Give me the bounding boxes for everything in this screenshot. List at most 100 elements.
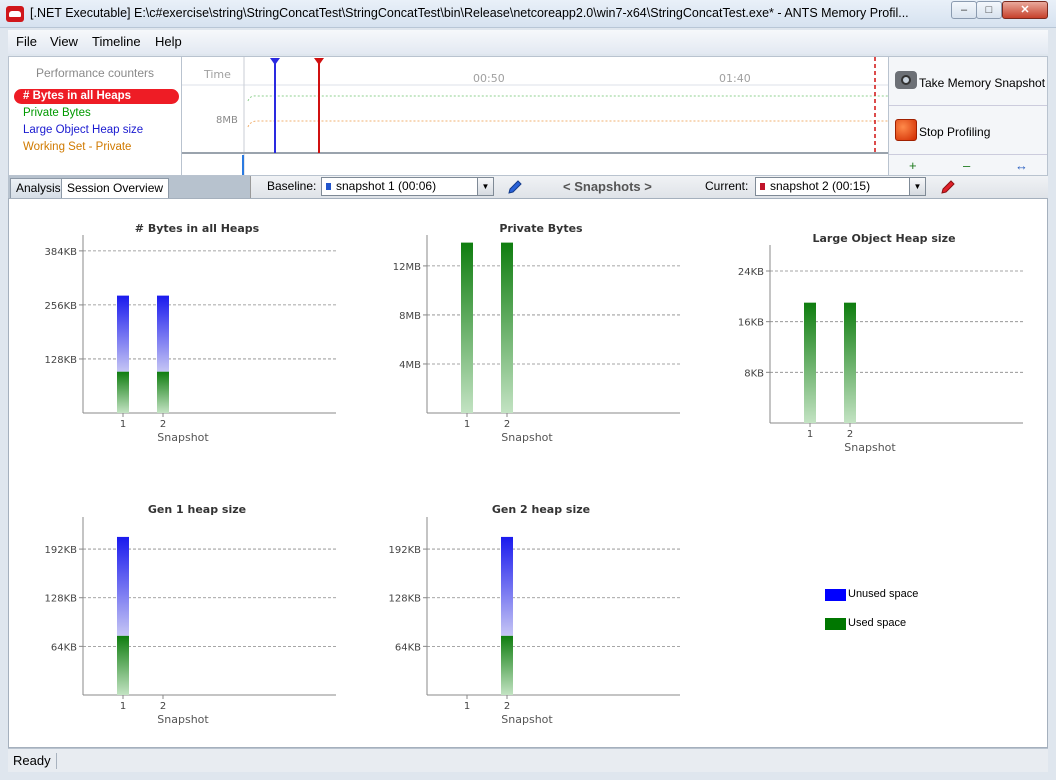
snapshots-navigator[interactable]: < Snapshots > <box>563 179 652 194</box>
performance-counters-panel: Performance counters # Bytes in all Heap… <box>8 56 182 176</box>
x-tick-label: 2 <box>504 701 510 712</box>
ants-app-icon <box>6 6 24 22</box>
y-tick-label: 16KB <box>738 318 764 329</box>
zoom-toolbar: + – ↔ <box>889 154 1047 176</box>
x-tick-label: 2 <box>504 419 510 430</box>
y-tick-label: 128KB <box>44 594 77 605</box>
current-snapshot-select[interactable]: snapshot 2 (00:15) ▼ <box>755 177 926 196</box>
used-space-bar <box>117 371 129 413</box>
counter-working-set-private[interactable]: Working Set - Private <box>23 141 131 153</box>
menu-view[interactable]: View <box>50 34 78 49</box>
y-tick-label: 192KB <box>44 545 77 556</box>
x-axis-label: Snapshot <box>501 431 553 444</box>
baseline-label: Baseline: <box>267 179 317 193</box>
chart-title: Large Object Heap size <box>812 232 955 245</box>
edit-current-pencil-icon[interactable] <box>939 178 957 196</box>
status-text: Ready <box>13 753 51 768</box>
counter-private-bytes[interactable]: Private Bytes <box>23 107 91 119</box>
zoom-fit-icon[interactable]: ↔ <box>1015 158 1028 173</box>
baseline-snapshot-select[interactable]: snapshot 1 (00:06) ▼ <box>321 177 494 196</box>
used-space-bar <box>501 635 513 695</box>
counter-large-object-heap[interactable]: Large Object Heap size <box>23 124 143 136</box>
baseline-color-icon <box>326 183 331 190</box>
working-set-trace <box>247 120 888 128</box>
take-snapshot-label: Take Memory Snapshot <box>919 76 1046 90</box>
stop-profiling-button[interactable]: Stop Profiling <box>889 105 1047 151</box>
unused-space-bar <box>157 295 169 372</box>
used-space-bar <box>157 371 169 413</box>
unused-space-bar <box>117 536 129 636</box>
window-title: [.NET Executable] E:\c#exercise\string\S… <box>30 6 909 20</box>
x-tick-label: 1 <box>464 419 470 430</box>
unused-space-bar <box>501 536 513 636</box>
legend: Unused space Used space <box>825 587 965 637</box>
stop-icon <box>895 119 917 141</box>
x-axis-label: Snapshot <box>844 441 896 454</box>
menu-bar: File View Timeline Help <box>8 30 1048 54</box>
private-bytes-trace <box>247 95 888 102</box>
counters-header: Performance counters <box>35 66 155 80</box>
y-tick-label: 64KB <box>51 642 77 653</box>
counter-bytes-in-all-heaps[interactable]: # Bytes in all Heaps <box>14 89 179 104</box>
legend-unused-label: Unused space <box>848 588 919 600</box>
current-color-icon <box>760 183 765 190</box>
y-tick-label: 4MB <box>399 360 421 371</box>
chart-title: Gen 1 heap size <box>148 503 246 516</box>
zoom-in-icon[interactable]: + <box>909 158 917 173</box>
chevron-down-icon[interactable]: ▼ <box>909 178 925 195</box>
y-tick-label: 12MB <box>393 262 421 273</box>
stop-profiling-label: Stop Profiling <box>919 125 991 139</box>
y-tick-label: 64KB <box>395 642 421 653</box>
chevron-down-icon[interactable]: ▼ <box>477 178 493 195</box>
chart-title: Gen 2 heap size <box>492 503 590 516</box>
y-tick-label: 8MB <box>399 311 421 322</box>
session-overview-panel: # Bytes in all Heaps 128KB 256KB 384KB 1 2 Sna… <box>8 198 1048 748</box>
timeline-graph[interactable]: Time 00:50 01:40 8MB <box>182 56 888 176</box>
tab-session-overview[interactable]: Session Overview <box>61 178 170 198</box>
x-tick-label: 1 <box>807 429 813 440</box>
legend-unused-swatch <box>825 589 846 601</box>
edit-baseline-pencil-icon[interactable] <box>506 178 524 196</box>
zoom-out-icon[interactable]: – <box>963 158 970 173</box>
x-axis-label: Snapshot <box>157 713 209 726</box>
x-tick-label: 2 <box>847 429 853 440</box>
minimize-button[interactable]: – <box>951 1 977 19</box>
snapshot-selector-bar: Baseline: snapshot 1 (00:06) ▼ < Snapsho… <box>250 176 1048 198</box>
tab-analysis[interactable]: Analysis <box>10 178 67 198</box>
menu-timeline[interactable]: Timeline <box>92 34 141 49</box>
action-panel: Take Memory Snapshot Stop Profiling + – … <box>888 56 1048 176</box>
close-button[interactable]: ✕ <box>1002 1 1048 19</box>
unused-space-bar <box>117 295 129 372</box>
used-space-bar <box>844 302 856 423</box>
current-marker-head <box>314 58 324 65</box>
y-tick-label: 128KB <box>388 594 421 605</box>
x-tick-label: 2 <box>160 419 166 430</box>
timeline-time-label: Time <box>203 68 231 81</box>
timeline-y-label: 8MB <box>216 115 238 126</box>
current-label: Current: <box>705 179 749 193</box>
x-tick-label: 1 <box>120 419 126 430</box>
legend-used-swatch <box>825 618 846 630</box>
current-snapshot-value: snapshot 2 (00:15) <box>770 179 871 193</box>
y-tick-label: 256KB <box>44 301 77 312</box>
maximize-button[interactable]: □ <box>976 1 1002 19</box>
y-tick-label: 192KB <box>388 545 421 556</box>
chart-title: Private Bytes <box>499 222 583 235</box>
title-bar: [.NET Executable] E:\c#exercise\string\S… <box>0 0 1056 28</box>
status-bar: Ready <box>8 748 1048 772</box>
used-space-bar <box>501 242 513 413</box>
used-space-bar <box>461 242 473 413</box>
x-tick-label: 2 <box>160 701 166 712</box>
menu-file[interactable]: File <box>16 34 37 49</box>
x-axis-label: Snapshot <box>157 431 209 444</box>
x-tick-label: 1 <box>120 701 126 712</box>
take-memory-snapshot-button[interactable]: Take Memory Snapshot <box>889 59 1047 105</box>
x-axis-label: Snapshot <box>501 713 553 726</box>
status-separator <box>56 753 57 769</box>
camera-icon <box>895 71 917 89</box>
timeline-mark-0050: 00:50 <box>473 72 505 85</box>
timeline-mark-0140: 01:40 <box>719 72 751 85</box>
used-space-bar <box>117 635 129 695</box>
menu-help[interactable]: Help <box>155 34 182 49</box>
x-tick-label: 1 <box>464 701 470 712</box>
